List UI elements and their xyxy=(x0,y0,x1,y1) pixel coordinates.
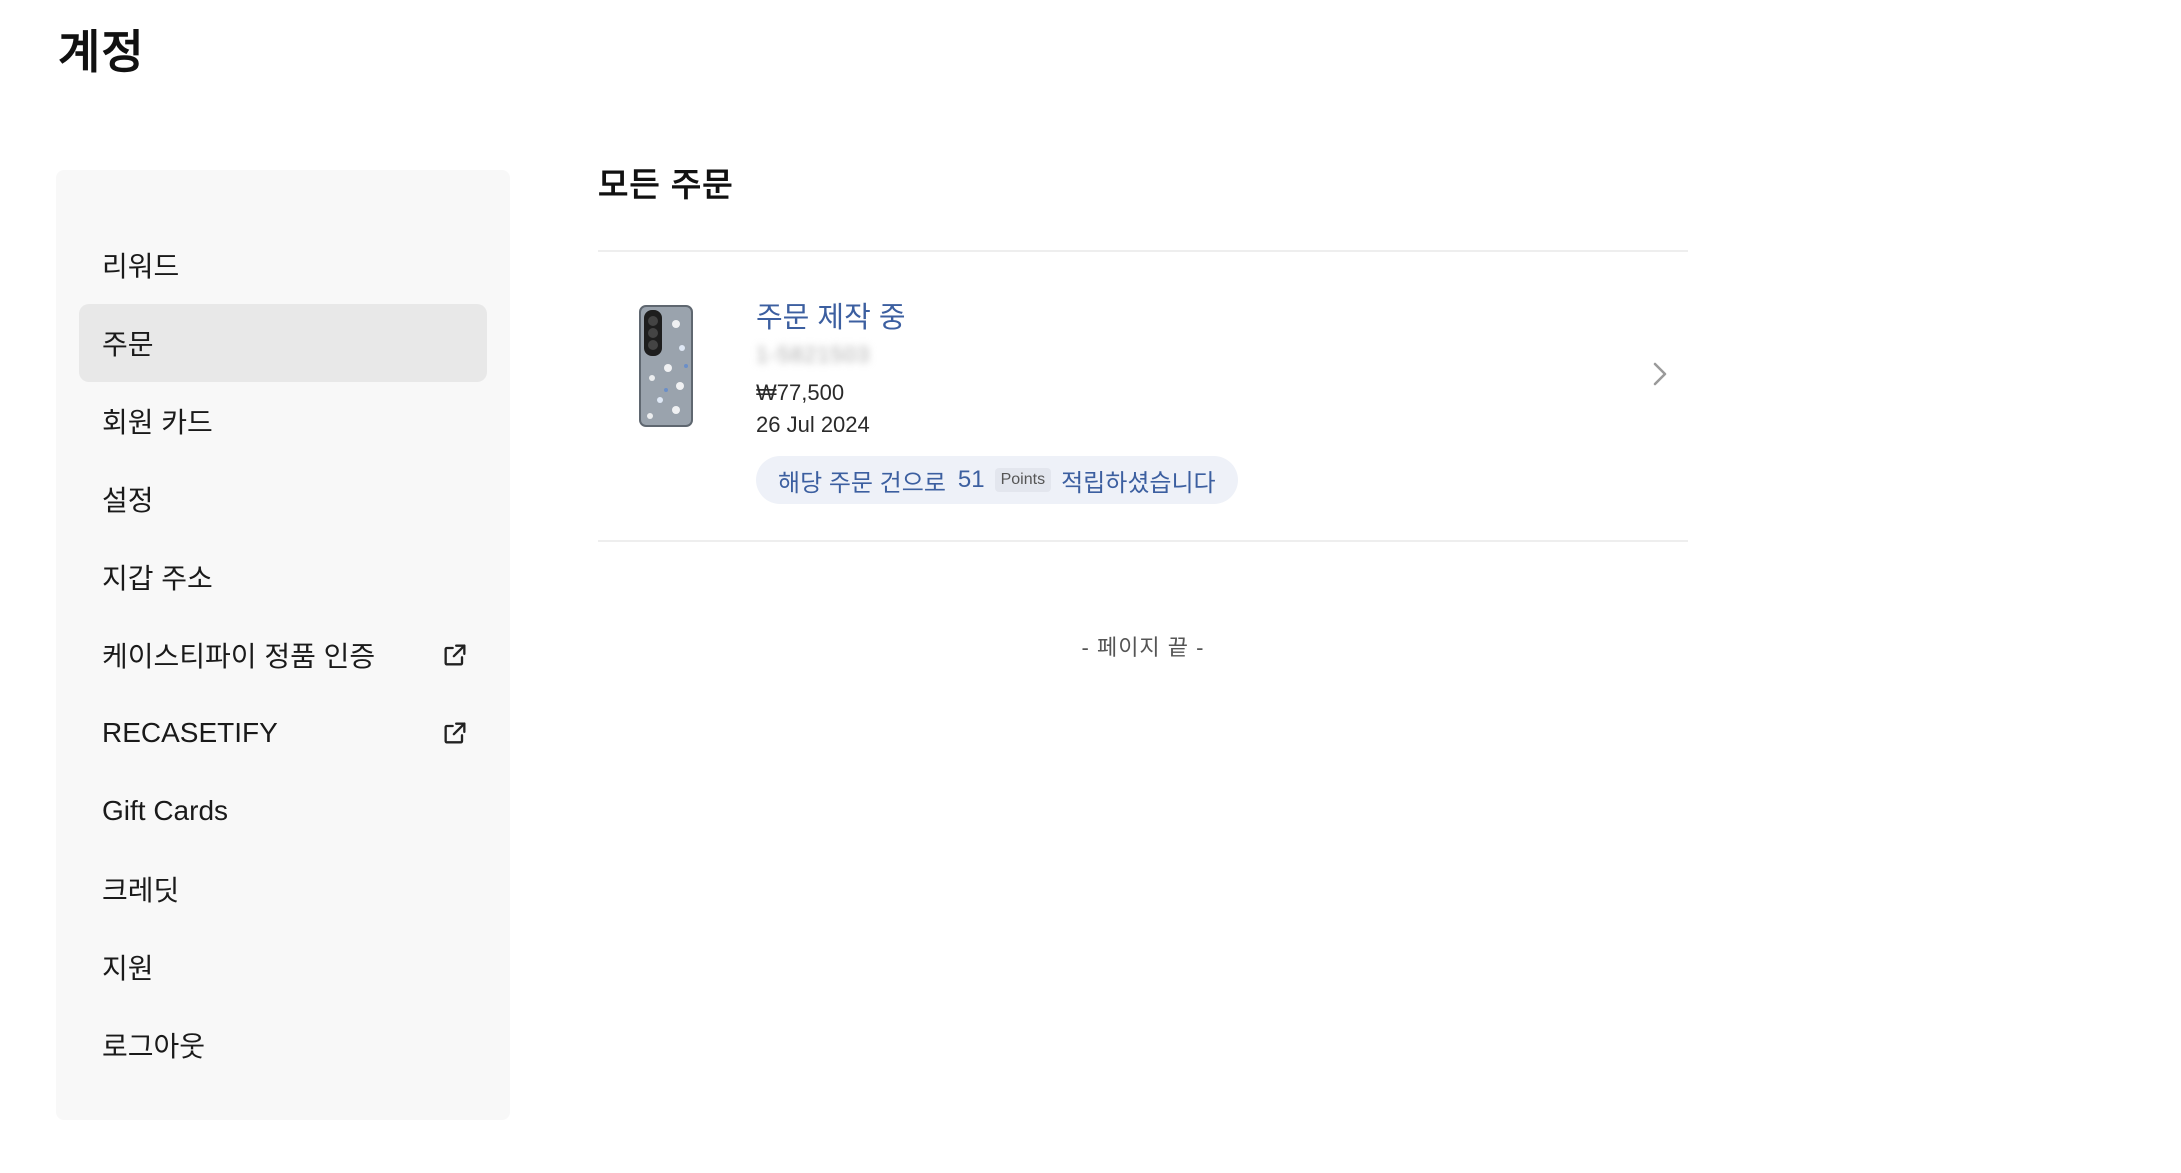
points-amount: 51 xyxy=(957,466,985,493)
order-card[interactable]: 주문 제작 중 1-5821503 ₩77,500 26 Jul 2024 해당… xyxy=(598,252,1688,542)
sidebar-item-support[interactable]: 지원 xyxy=(79,928,487,1006)
sidebar-item-recasetify[interactable]: RECASETIFY xyxy=(79,694,487,772)
points-suffix: 적립하셨습니다 xyxy=(1061,469,1216,497)
sidebar-item-label: 리워드 xyxy=(102,251,180,282)
external-link-icon xyxy=(444,644,466,666)
sidebar-item-authenticity[interactable]: 케이스티파이 정품 인증 xyxy=(79,616,487,694)
sidebar-item-settings[interactable]: 설정 xyxy=(79,460,487,538)
sidebar-item-label: 설정 xyxy=(102,485,154,516)
sidebar-item-label: 지원 xyxy=(102,953,154,984)
points-prefix: 해당 주문 건으로 xyxy=(778,469,946,497)
order-price: ₩77,500 xyxy=(756,380,845,405)
end-of-page-text: - 페이지 끝 - xyxy=(1081,635,1205,660)
points-unit: Points xyxy=(994,468,1052,492)
section-title: 모든 주문 xyxy=(598,166,734,203)
sidebar-item-label: 크레딧 xyxy=(102,875,180,906)
points-earned-badge: 해당 주문 건으로 51 Points 적립하셨습니다 xyxy=(756,456,1238,504)
chevron-right-icon[interactable] xyxy=(1650,358,1670,390)
phone-case-thumbnail xyxy=(639,305,693,427)
external-link-icon xyxy=(444,722,466,744)
account-sidebar: 리워드 주문 회원 카드 설정 지갑 주소 케이스티파이 정품 인증 RECAS… xyxy=(56,170,510,1120)
sidebar-item-membership-card[interactable]: 회원 카드 xyxy=(79,382,487,460)
order-date: 26 Jul 2024 xyxy=(756,412,870,437)
sidebar-item-orders[interactable]: 주문 xyxy=(79,304,487,382)
sidebar-item-wallet-address[interactable]: 지갑 주소 xyxy=(79,538,487,616)
orders-main: 모든 주문 주문 제작 중 1-5821503 ₩77,500 26 Jul 2… xyxy=(598,160,1688,662)
sidebar-item-label: 로그아웃 xyxy=(102,1031,206,1062)
sidebar-item-label: RECASETIFY xyxy=(102,717,278,748)
order-number: 1-5821503 xyxy=(756,342,871,367)
sidebar-item-rewards[interactable]: 리워드 xyxy=(79,226,487,304)
sidebar-item-label: 회원 카드 xyxy=(102,407,213,438)
page-title: 계정 xyxy=(58,26,145,78)
sidebar-item-label: 케이스티파이 정품 인증 xyxy=(102,641,376,672)
sidebar-item-gift-cards[interactable]: Gift Cards xyxy=(79,772,487,850)
sidebar-item-credits[interactable]: 크레딧 xyxy=(79,850,487,928)
sidebar-item-label: Gift Cards xyxy=(102,795,229,826)
sidebar-item-logout[interactable]: 로그아웃 xyxy=(79,1006,487,1084)
sidebar-item-label: 지갑 주소 xyxy=(102,563,213,594)
sidebar-item-label: 주문 xyxy=(102,329,154,360)
order-status: 주문 제작 중 xyxy=(756,302,906,334)
